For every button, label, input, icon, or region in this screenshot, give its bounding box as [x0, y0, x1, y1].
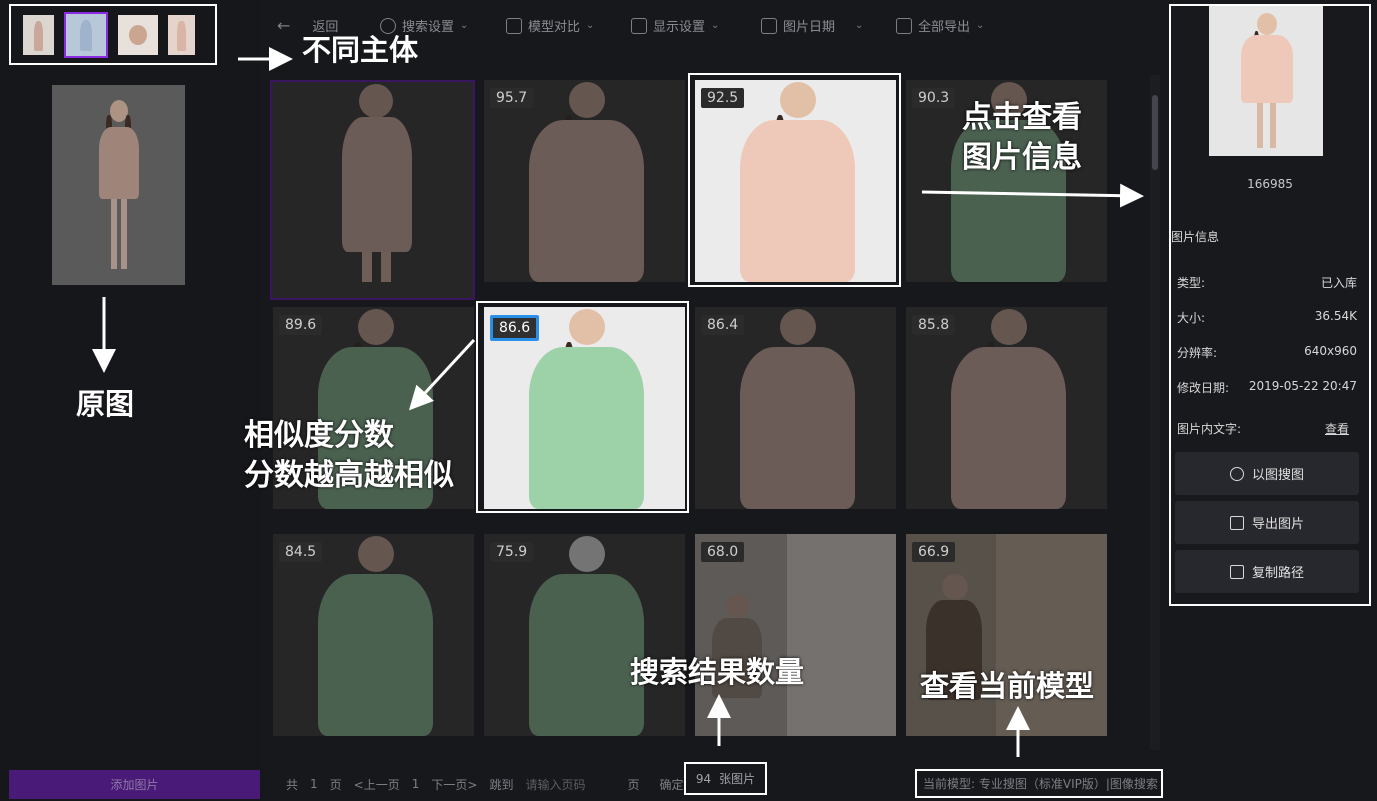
arrow-click-view [921, 183, 1144, 208]
annotation-arrows [92, 47, 1144, 757]
arrow-similarity [408, 338, 476, 411]
